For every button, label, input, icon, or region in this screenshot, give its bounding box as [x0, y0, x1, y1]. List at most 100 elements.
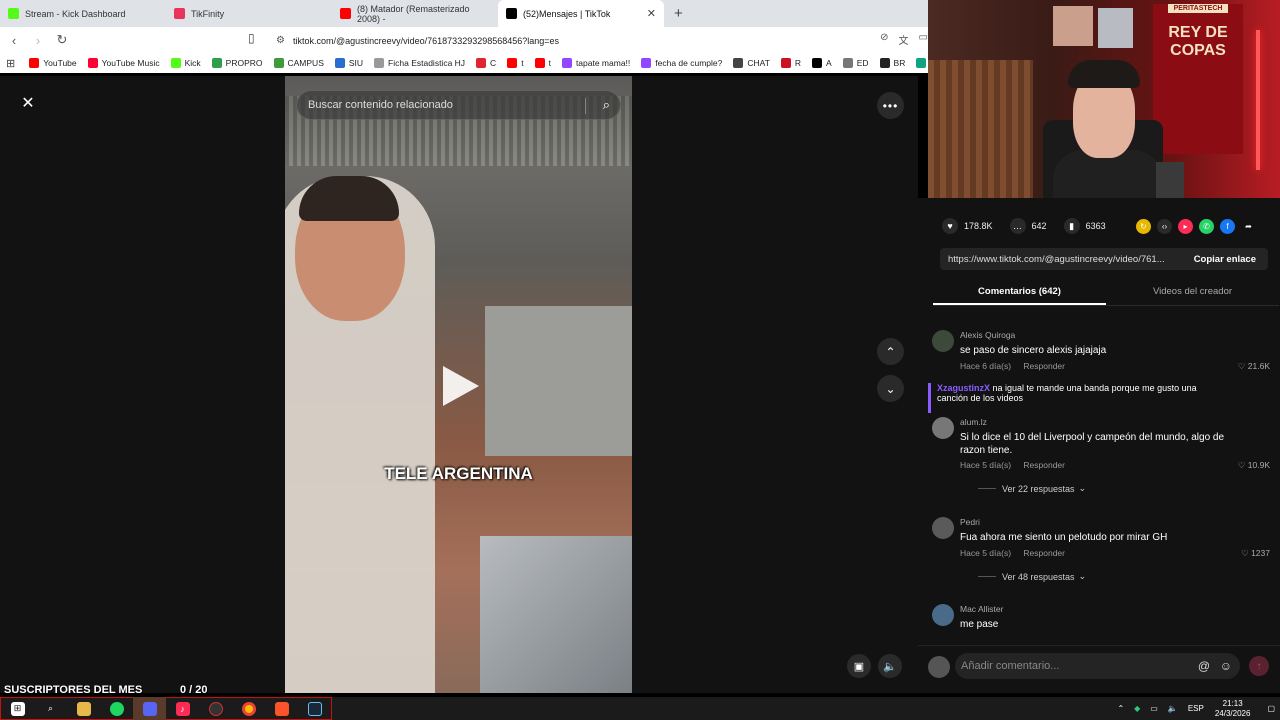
comment-stat[interactable]: … 642: [1009, 218, 1047, 234]
next-video-button[interactable]: ⌄: [877, 375, 904, 402]
like-stat[interactable]: ♥ 178.8K: [942, 218, 993, 234]
translate-icon[interactable]: 文: [899, 32, 909, 47]
tab-kick-dashboard[interactable]: Stream - Kick Dashboard: [0, 0, 166, 27]
floating-player-icon[interactable]: ▣: [847, 654, 871, 678]
send-icon[interactable]: ▸: [1178, 219, 1193, 234]
tikfinity-icon: [174, 8, 185, 19]
bookmark-favicon-icon: [641, 58, 652, 68]
tiktok-icon[interactable]: ♪: [166, 697, 199, 720]
bookmark-item[interactable]: D: [916, 58, 928, 68]
comment-input[interactable]: Añadir comentario... @ ☺: [955, 653, 1240, 679]
tab-youtube-matador[interactable]: (8) Matador (Remasterizado 2008) -: [332, 0, 498, 27]
bookmark-item[interactable]: BR: [879, 58, 905, 68]
comment-user[interactable]: alum.lz: [960, 417, 987, 427]
comment-likes[interactable]: ♡ 1237: [1241, 548, 1270, 559]
tab-tiktok[interactable]: (52)Mensajes | TikTok ✕: [498, 0, 664, 27]
bookmark-item[interactable]: t: [534, 58, 551, 68]
save-stat[interactable]: ▮ 6363: [1063, 218, 1106, 234]
comment-user[interactable]: Alexis Quiroga: [960, 330, 1015, 340]
bookmark-item[interactable]: SIU: [334, 58, 363, 68]
reply-button[interactable]: Responder: [1023, 460, 1065, 470]
notification-icon[interactable]: ▢: [1267, 704, 1275, 713]
emoji-icon[interactable]: ☺: [1220, 659, 1232, 673]
bookmark-item[interactable]: ED: [842, 58, 869, 68]
facebook-icon[interactable]: f: [1220, 219, 1235, 234]
forward-button[interactable]: ›: [28, 30, 48, 50]
bookmark-item[interactable]: t: [507, 58, 524, 68]
bookmark-item[interactable]: Kick: [170, 58, 201, 68]
tab-creator-videos[interactable]: Videos del creador: [1106, 282, 1279, 305]
new-tab-button[interactable]: +: [664, 0, 693, 27]
mention-icon[interactable]: @: [1198, 659, 1210, 673]
avatar[interactable]: [932, 604, 954, 626]
embed-icon[interactable]: ‹›: [1157, 219, 1172, 234]
discord-icon[interactable]: [133, 697, 166, 720]
start-icon[interactable]: ⊞: [1, 697, 34, 720]
grill-backdrop: [485, 306, 632, 456]
bookmark-item[interactable]: fecha de cumple?: [641, 58, 722, 68]
more-options-icon[interactable]: •••: [877, 92, 904, 119]
steam-icon[interactable]: [298, 697, 331, 720]
spotify-icon[interactable]: [100, 697, 133, 720]
reply-button[interactable]: Responder: [1023, 548, 1065, 558]
previous-video-button[interactable]: ⌃: [877, 338, 904, 365]
bookmark-item[interactable]: CHAT: [733, 58, 770, 68]
language-indicator[interactable]: ESP: [1188, 704, 1204, 713]
bookmark-item[interactable]: PROPRO: [211, 58, 263, 68]
clock[interactable]: 21:13 24/3/2026: [1215, 699, 1251, 719]
close-tab-icon[interactable]: ✕: [647, 7, 656, 20]
apps-grid-icon[interactable]: ⊞: [6, 57, 15, 70]
cast-off-icon[interactable]: ⊘: [880, 32, 888, 47]
search-icon[interactable]: ⌕: [603, 97, 610, 113]
network-icon[interactable]: ▭: [1150, 704, 1158, 713]
avatar[interactable]: [932, 417, 954, 439]
comment-likes[interactable]: ♡ 10.9K: [1238, 460, 1270, 471]
tab-tikfinity[interactable]: TikFinity: [166, 0, 332, 27]
search-icon[interactable]: ⌕: [34, 697, 67, 720]
repost-icon[interactable]: ↻: [1136, 219, 1151, 234]
bookmark-item[interactable]: R: [780, 58, 801, 68]
avatar[interactable]: [932, 330, 954, 352]
install-icon[interactable]: ▭: [919, 32, 928, 47]
bookmark-item[interactable]: Ficha Estadistica HJ: [374, 58, 465, 68]
avatar[interactable]: [932, 517, 954, 539]
bookmark-item[interactable]: C: [476, 58, 496, 68]
comment-likes[interactable]: ♡ 21.6K: [1238, 361, 1270, 372]
file-explorer-icon[interactable]: [67, 697, 100, 720]
bookmark-item[interactable]: YouTube: [29, 58, 77, 68]
whatsapp-icon[interactable]: ✆: [1199, 219, 1214, 234]
obs-icon[interactable]: [199, 697, 232, 720]
reload-button[interactable]: ↻: [52, 30, 72, 50]
view-replies-button[interactable]: Ver 22 respuestas ⌄: [978, 483, 1086, 494]
volume-icon[interactable]: 🔈: [878, 654, 902, 678]
share-arrow-icon[interactable]: ➦: [1241, 219, 1256, 234]
close-icon[interactable]: ✕: [17, 92, 39, 114]
brave-icon[interactable]: [265, 697, 298, 720]
bookmark-item[interactable]: A: [812, 58, 832, 68]
bookmark-item[interactable]: YouTube Music: [87, 58, 160, 68]
bookmark-item[interactable]: tapate mama!!: [561, 58, 630, 68]
send-comment-button[interactable]: ↑: [1249, 656, 1269, 676]
volume-icon[interactable]: 🔈: [1168, 704, 1178, 713]
reply-button[interactable]: Responder: [1023, 361, 1065, 371]
bookmark-favicon-icon: [733, 58, 744, 68]
steel-counter: [480, 536, 632, 693]
chrome-icon[interactable]: [232, 697, 265, 720]
tray-app-icon[interactable]: ◆: [1134, 704, 1140, 713]
comment-user[interactable]: Mac Allister: [960, 604, 1003, 614]
bookmark-icon[interactable]: ▯: [248, 31, 262, 47]
copy-link-button[interactable]: Copiar enlace: [1182, 254, 1268, 265]
comment-user[interactable]: Pedri: [960, 517, 980, 527]
chevron-up-icon[interactable]: ⌃: [1117, 704, 1124, 713]
view-replies-button[interactable]: Ver 48 respuestas ⌄: [978, 571, 1086, 582]
bookmark-favicon-icon: [812, 58, 823, 68]
address-bar[interactable]: ⚙ tiktok.com/@agustincreevy/video/761873…: [270, 31, 910, 50]
tab-comments[interactable]: Comentarios (642): [933, 282, 1106, 305]
back-button[interactable]: ‹: [4, 30, 24, 50]
bookmark-label: Ficha Estadistica HJ: [388, 58, 466, 68]
bookmark-item[interactable]: CAMPUS: [273, 58, 324, 68]
share-link-text[interactable]: https://www.tiktok.com/@agustincreevy/vi…: [940, 254, 1182, 265]
site-info-icon[interactable]: ⚙: [276, 35, 285, 46]
related-search-input[interactable]: Buscar contenido relacionado ⌕: [296, 90, 621, 120]
play-icon[interactable]: [443, 366, 479, 406]
